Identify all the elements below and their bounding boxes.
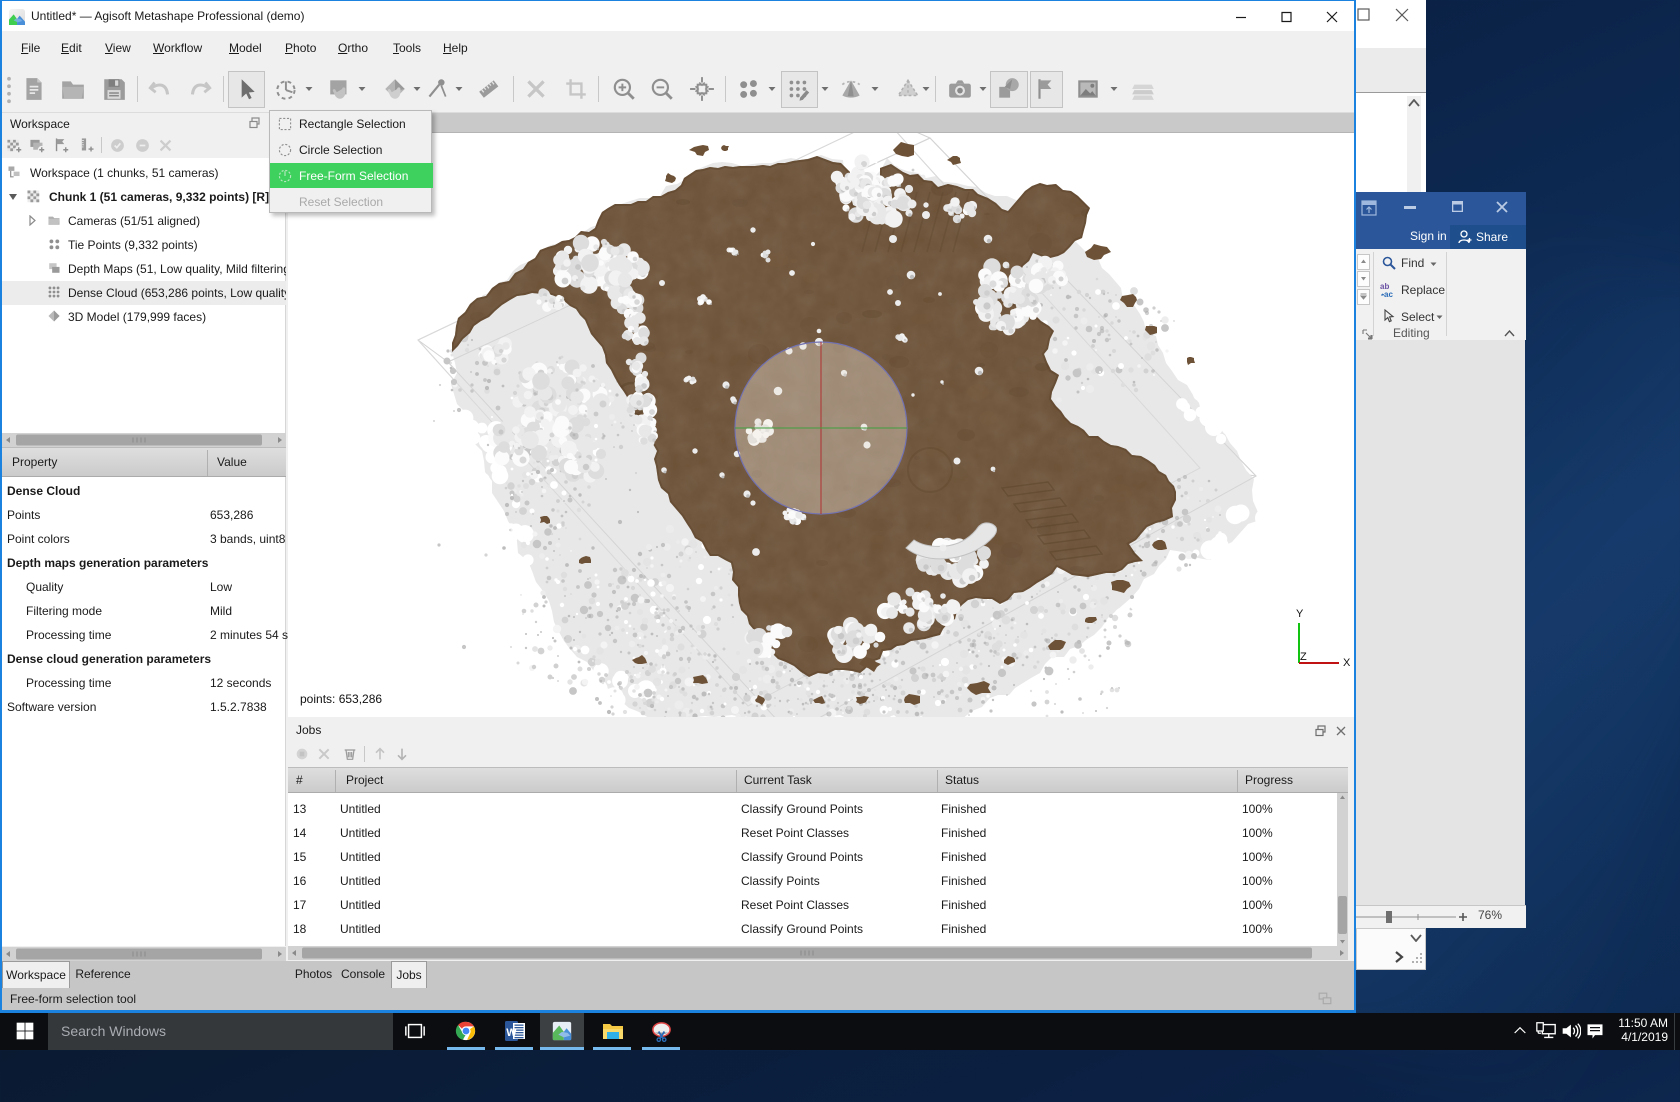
svg-text:points: 653,286: points: 653,286 — [300, 692, 382, 706]
svg-text:ac: ac — [1384, 290, 1393, 298]
svg-text:X: X — [1343, 657, 1351, 669]
svg-text:Y: Y — [1296, 608, 1304, 620]
svg-text:Z: Z — [1300, 651, 1307, 663]
svg-text:W: W — [506, 1027, 517, 1039]
